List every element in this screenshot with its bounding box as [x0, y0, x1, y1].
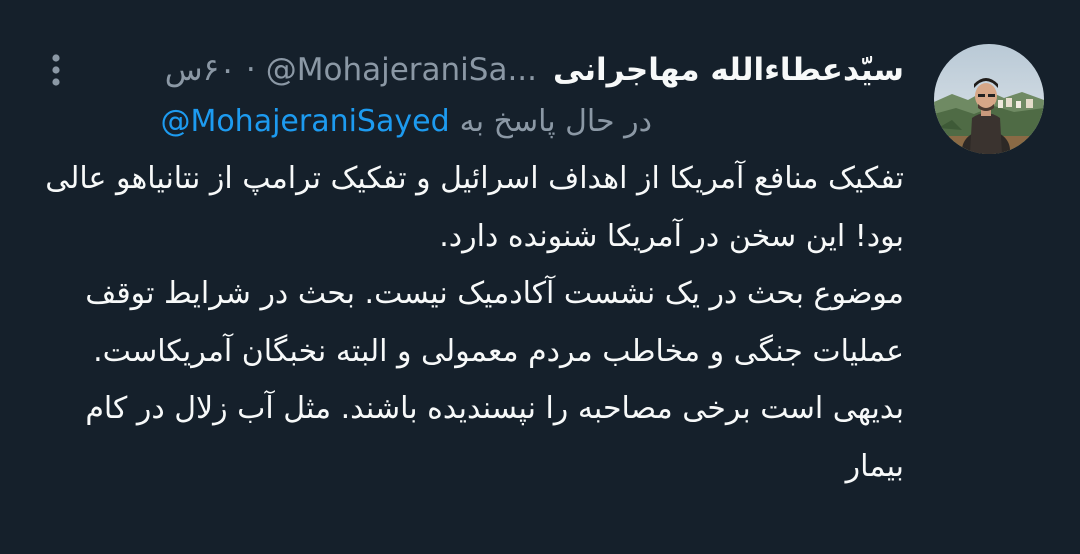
- timestamp[interactable]: ۶۰س: [165, 52, 236, 88]
- replying-to: در حال پاسخ به @MohajeraniSayed: [160, 98, 652, 144]
- avatar[interactable]: [934, 44, 1044, 154]
- tweet-text: تفکیک منافع آمریکا از اهداف اسرائیل و تف…: [45, 161, 904, 484]
- more-vertical-icon[interactable]: [36, 50, 76, 90]
- user-handle[interactable]: @MohajeraniSa...: [266, 52, 537, 88]
- reply-to-link[interactable]: @MohajeraniSayed: [160, 104, 449, 139]
- display-name[interactable]: سیّدعطاءالله مهاجرانی: [553, 52, 904, 88]
- tweet-header: سیّدعطاءالله مهاجرانی @MohajeraniSa... ·…: [165, 46, 904, 94]
- reply-label: در حال پاسخ به: [459, 103, 652, 139]
- tweet[interactable]: سیّدعطاءالله مهاجرانی @MohajeraniSa... ·…: [0, 0, 1080, 554]
- separator-dot: ·: [245, 52, 256, 88]
